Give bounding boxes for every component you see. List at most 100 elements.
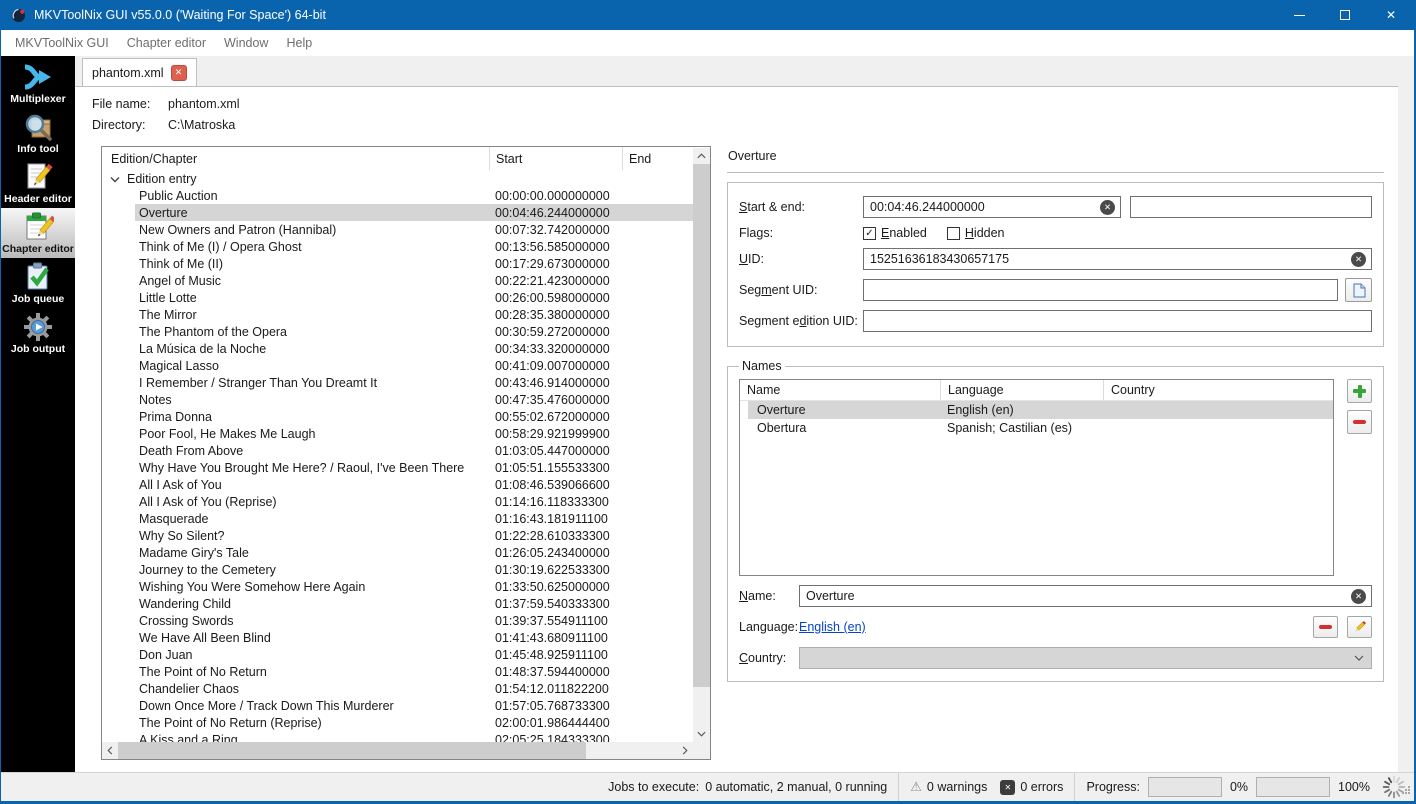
vertical-scrollbar[interactable] (693, 148, 710, 742)
edition-entry-row[interactable]: Edition entry (102, 170, 710, 187)
scroll-down-icon[interactable] (693, 726, 710, 742)
remove-name-button[interactable] (1347, 410, 1372, 434)
segment-uid-input[interactable] (863, 279, 1338, 301)
chapter-row[interactable]: Death From Above 01:03:05.447000000 (102, 442, 710, 459)
flags-label: Flags: (739, 226, 863, 240)
scroll-left-icon[interactable] (102, 746, 118, 755)
chapter-row[interactable]: Little Lotte 00:26:00.598000000 (102, 289, 710, 306)
close-button[interactable]: ✕ (1368, 0, 1414, 30)
sidebar-item-info-tool[interactable]: Info tool (1, 108, 75, 158)
country-select[interactable] (799, 647, 1372, 669)
horizontal-scroll-thumb[interactable] (118, 742, 586, 759)
collapse-chevron-icon[interactable] (110, 172, 120, 186)
chapter-row[interactable]: Overture 00:04:46.244000000 (102, 204, 710, 221)
end-time-input[interactable] (1130, 196, 1372, 218)
chapter-row[interactable]: Think of Me (II) 00:17:29.673000000 (102, 255, 710, 272)
chapter-row[interactable]: Prima Donna 00:55:02.672000000 (102, 408, 710, 425)
chapter-row[interactable]: All I Ask of You 01:08:46.539066600 (102, 476, 710, 493)
edit-language-button[interactable] (1347, 616, 1372, 638)
errors-count[interactable]: 0 errors (1020, 780, 1063, 794)
chapter-row[interactable]: The Point of No Return (Reprise) 02:00:0… (102, 714, 710, 731)
name-input[interactable]: Overture ✕ (799, 585, 1372, 607)
chapter-name: All I Ask of You (102, 478, 489, 492)
chapter-start-time: 00:58:29.921999900 (489, 427, 622, 441)
enabled-checkbox[interactable]: ✓ Enabled (863, 226, 927, 240)
chapter-start-time: 02:00:01.986444400 (489, 716, 622, 730)
chapter-row[interactable]: The Point of No Return 01:48:37.59440000… (102, 663, 710, 680)
chapter-row[interactable]: Think of Me (I) / Opera Ghost 00:13:56.5… (102, 238, 710, 255)
chapter-row[interactable]: Don Juan 01:45:48.925911100 (102, 646, 710, 663)
chapter-row[interactable]: Masquerade 01:16:43.181911100 (102, 510, 710, 527)
maximize-button[interactable] (1322, 0, 1368, 30)
names-column-country[interactable]: Country (1103, 380, 1333, 400)
hidden-checkbox[interactable]: ✓ Hidden (947, 226, 1005, 240)
name-row[interactable]: Overture English (en) (740, 401, 1333, 419)
chapter-editor-page: File name: phantom.xml Directory: C:\Mat… (75, 86, 1398, 772)
sidebar-item-header-editor[interactable]: Header editor (1, 158, 75, 208)
chapter-row[interactable]: I Remember / Stranger Than You Dreamt It… (102, 374, 710, 391)
chapter-row[interactable]: Journey to the Cemetery 01:30:19.6225333… (102, 561, 710, 578)
enabled-label: Enabled (881, 226, 927, 240)
sidebar-item-chapter-editor[interactable]: Chapter editor (1, 208, 75, 258)
chapter-row[interactable]: Poor Fool, He Makes Me Laugh 00:58:29.92… (102, 425, 710, 442)
names-column-language[interactable]: Language (940, 380, 1103, 400)
chapter-name: Don Juan (102, 648, 489, 662)
sidebar-item-multiplexer[interactable]: Multiplexer (1, 58, 75, 108)
horizontal-scrollbar[interactable] (102, 742, 693, 759)
vertical-scroll-thumb[interactable] (693, 164, 710, 687)
clear-start-icon[interactable]: ✕ (1100, 200, 1115, 215)
start-time-input[interactable]: 00:04:46.244000000 ✕ (863, 196, 1121, 218)
column-header-start[interactable]: Start (489, 147, 622, 170)
chapter-start-time: 01:05:51.155533300 (489, 461, 622, 475)
chapter-row[interactable]: Notes 00:47:35.476000000 (102, 391, 710, 408)
browse-segment-uid-button[interactable] (1345, 278, 1372, 302)
uid-input[interactable]: 15251636183430657175 ✕ (863, 248, 1372, 270)
chapter-row[interactable]: Down Once More / Track Down This Murdere… (102, 697, 710, 714)
clear-uid-icon[interactable]: ✕ (1351, 252, 1366, 267)
sidebar-item-job-output[interactable]: Job output (1, 308, 75, 358)
sidebar-item-label: Info tool (17, 143, 58, 155)
minimize-button[interactable] (1276, 0, 1322, 30)
chapter-row[interactable]: Wandering Child 01:37:59.540333300 (102, 595, 710, 612)
remove-language-button[interactable] (1313, 616, 1338, 638)
resize-grip[interactable] (1401, 784, 1411, 798)
chapter-row[interactable]: La Música de la Noche 00:34:33.320000000 (102, 340, 710, 357)
chapter-row[interactable]: The Mirror 00:28:35.380000000 (102, 306, 710, 323)
tab-phantom-xml[interactable]: phantom.xml ✕ (82, 58, 197, 86)
header-editor-icon (22, 161, 54, 193)
clear-name-icon[interactable]: ✕ (1351, 589, 1366, 604)
start-end-label: Start & end: (739, 200, 863, 214)
warnings-count[interactable]: 0 warnings (927, 780, 987, 794)
minus-icon (1319, 625, 1332, 630)
scroll-up-icon[interactable] (693, 148, 710, 164)
menu-window[interactable]: Window (215, 36, 277, 50)
segment-edition-uid-input[interactable] (863, 310, 1372, 332)
chapter-row[interactable]: Angel of Music 00:22:21.423000000 (102, 272, 710, 289)
chapter-row[interactable]: The Phantom of the Opera 00:30:59.272000… (102, 323, 710, 340)
minus-icon (1353, 420, 1366, 425)
chapter-row[interactable]: Crossing Swords 01:39:37.554911100 (102, 612, 710, 629)
chapter-row[interactable]: Madame Giry's Tale 01:26:05.243400000 (102, 544, 710, 561)
menu-help[interactable]: Help (277, 36, 321, 50)
column-header-edition-chapter[interactable]: Edition/Chapter (102, 147, 489, 170)
scroll-right-icon[interactable] (677, 746, 693, 755)
language-link[interactable]: English (en) (799, 620, 866, 634)
chapter-start-time: 00:28:35.380000000 (489, 308, 622, 322)
add-name-button[interactable] (1347, 379, 1372, 403)
tab-close-button[interactable]: ✕ (171, 65, 187, 81)
chapter-row[interactable]: We Have All Been Blind 01:41:43.68091110… (102, 629, 710, 646)
menu-mkvtoolnix-gui[interactable]: MKVToolNix GUI (6, 36, 118, 50)
chapter-row[interactable]: Public Auction 00:00:00.000000000 (102, 187, 710, 204)
menu-chapter-editor[interactable]: Chapter editor (118, 36, 215, 50)
chapter-row[interactable]: Why So Silent? 01:22:28.610333300 (102, 527, 710, 544)
chapter-row[interactable]: All I Ask of You (Reprise) 01:14:16.1183… (102, 493, 710, 510)
chapter-name: Poor Fool, He Makes Me Laugh (102, 427, 489, 441)
chapter-row[interactable]: Chandelier Chaos 01:54:12.011822200 (102, 680, 710, 697)
chapter-row[interactable]: Magical Lasso 00:41:09.007000000 (102, 357, 710, 374)
chapter-row[interactable]: Why Have You Brought Me Here? / Raoul, I… (102, 459, 710, 476)
sidebar-item-job-queue[interactable]: Job queue (1, 258, 75, 308)
chapter-row[interactable]: New Owners and Patron (Hannibal) 00:07:3… (102, 221, 710, 238)
chapter-row[interactable]: Wishing You Were Somehow Here Again 01:3… (102, 578, 710, 595)
names-column-name[interactable]: Name (740, 380, 940, 400)
name-row[interactable]: Obertura Spanish; Castilian (es) (740, 419, 1333, 437)
